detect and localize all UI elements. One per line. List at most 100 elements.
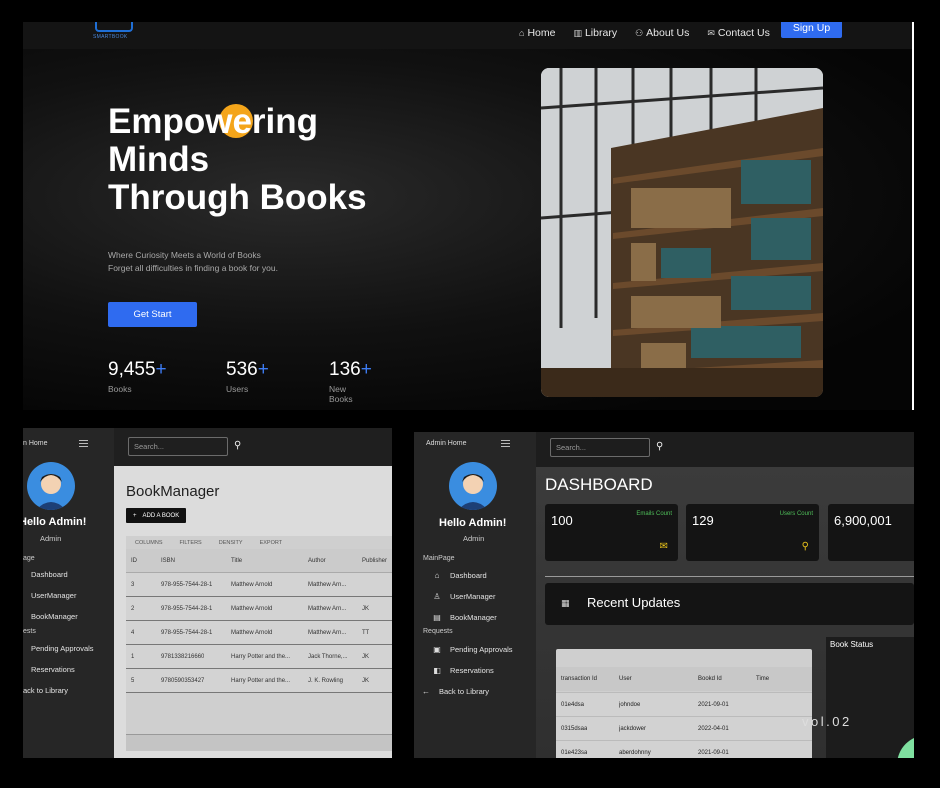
table-row[interactable]: 2 978-955-7544-28-1 Matthew Arnold Matth… <box>126 597 392 621</box>
table-row[interactable]: 0315dsaa jackdower 2022-04-01 <box>556 716 812 740</box>
headline-line-3: Through Books <box>108 178 367 217</box>
nav-contact-label: Contact Us <box>717 27 770 39</box>
export-button[interactable]: EXPORT <box>260 540 283 546</box>
search-input[interactable]: Search... <box>128 437 228 456</box>
nav-about-label: About Us <box>646 27 690 39</box>
column-header[interactable]: Publisher <box>362 549 387 572</box>
plus-icon: + <box>133 512 137 519</box>
column-header[interactable]: Time <box>756 667 769 691</box>
stat-users-label: Users <box>226 384 249 394</box>
sidebar-item-back-to-library[interactable]: ← Back to Library <box>421 686 489 696</box>
main-nav: ⌂ Home ▥ Library ⚇ About Us ✉ Contact Us <box>519 22 770 44</box>
section-mainpage: age <box>23 555 35 562</box>
cell-isbn: 978-955-7544-28-1 <box>161 629 213 636</box>
sidebar-item-usermanager[interactable]: ♙ UserManager <box>432 591 495 601</box>
books-table: COLUMNS FILTERS DENSITY EXPORT ID ISBN T… <box>126 536 392 751</box>
columns-button[interactable]: COLUMNS <box>135 540 163 546</box>
sidebar-item-label: Reservations <box>450 665 494 675</box>
sidebar-item-reservations[interactable]: Reservations <box>31 665 75 674</box>
sidebar: n Home Hello Admin! Admin age Dashboard … <box>23 428 114 758</box>
cell-transaction-id: 01e4dsa <box>561 701 585 708</box>
card-value: 129 <box>692 513 714 528</box>
add-book-label: ADD A BOOK <box>142 512 180 519</box>
logo-mark-icon <box>95 22 133 32</box>
role-label: Admin <box>40 534 62 543</box>
library-photo <box>541 68 823 397</box>
stat-new-books-value: 136 <box>329 359 361 380</box>
stat-books: 9,455+ Books <box>108 359 167 394</box>
sidebar-item-back-to-library[interactable]: ack to Library <box>23 686 68 695</box>
table-toolbar: COLUMNS FILTERS DENSITY EXPORT <box>126 536 392 549</box>
mail-icon: ✉ <box>707 27 715 38</box>
users-count-card: 129 Users Count ⚲ <box>686 504 819 561</box>
sidebar-item-usermanager[interactable]: UserManager <box>31 591 76 600</box>
stat-users: 536+ Users <box>226 359 269 394</box>
transactions-table: transaction Id User Bookd Id Time 01e4ds… <box>556 649 812 758</box>
sidebar-item-label: BookManager <box>31 612 78 621</box>
column-header[interactable]: ID <box>131 549 137 572</box>
cell-user: aberdohnny <box>619 749 651 756</box>
table-row[interactable]: 5 9780590353427 Harry Potter and the... … <box>126 669 392 693</box>
sign-up-button[interactable]: Sign Up <box>781 22 842 38</box>
table-row[interactable]: 4 978-955-7544-28-1 Matthew Arnold Matth… <box>126 621 392 645</box>
column-header[interactable]: Author <box>308 549 326 572</box>
people-icon: ⚇ <box>635 27 644 38</box>
nav-library[interactable]: ▥ Library <box>573 27 617 39</box>
headline-line-1: Empowering <box>108 102 319 141</box>
cell-transaction-id: 0315dsaa <box>561 725 588 732</box>
cell-title: Matthew Arnold <box>231 605 273 612</box>
nav-home[interactable]: ⌂ Home <box>519 27 555 39</box>
section-requests: Requests <box>423 628 453 635</box>
stat-plus: + <box>257 359 269 380</box>
table-row[interactable]: 3 978-955-7544-28-1 Matthew Arnold Matth… <box>126 573 392 597</box>
table-row[interactable]: 01e423sa aberdohnny 2021-09-01 <box>556 740 812 758</box>
panel-edge <box>912 22 914 410</box>
sidebar-item-label: Dashboard <box>450 570 487 580</box>
user-icon: ⚲ <box>801 541 809 552</box>
cell-author: Matthew Arn... <box>308 629 347 636</box>
sidebar-item-label: ack to Library <box>23 686 69 695</box>
cell-book-id: 2021-09-01 <box>698 701 729 708</box>
cell-user: jackdower <box>619 725 647 732</box>
bookmanager-screen: n Home Hello Admin! Admin age Dashboard … <box>23 428 392 758</box>
filters-button[interactable]: FILTERS <box>180 540 202 546</box>
search-icon[interactable]: ⚲ <box>656 441 663 452</box>
sidebar: Admin Home Hello Admin! Admin MainPage ⌂… <box>414 432 536 758</box>
third-count-card: 6,900,001 <box>828 504 914 561</box>
get-start-button[interactable]: Get Start <box>108 302 197 327</box>
sidebar-home-link[interactable]: n Home <box>23 440 48 447</box>
sidebar-item-dashboard[interactable]: ⌂ Dashboard <box>432 570 487 580</box>
subtitle-line-2: Forget all difficulties in finding a boo… <box>108 263 278 273</box>
density-button[interactable]: DENSITY <box>219 540 243 546</box>
table-header: ID ISBN Title Author Publisher <box>126 549 392 573</box>
library-icon: ▥ <box>573 27 582 38</box>
column-header[interactable]: Title <box>231 549 242 572</box>
table-row[interactable]: 01e4dsa johndoe 2021-09-01 <box>556 692 812 716</box>
sidebar-item-bookmanager[interactable]: BookManager <box>31 612 78 621</box>
home-icon: ⌂ <box>434 570 440 580</box>
building-icon: ▦ <box>561 598 570 608</box>
menu-toggle-icon[interactable] <box>501 440 510 447</box>
column-header[interactable]: transaction Id <box>561 667 597 691</box>
column-header[interactable]: ISBN <box>161 549 175 572</box>
cell-author: Matthew Arn... <box>308 605 347 612</box>
sidebar-item-dashboard[interactable]: Dashboard <box>31 570 68 579</box>
sidebar-item-pending-approvals[interactable]: Pending Approvals <box>31 644 94 653</box>
table-row[interactable]: 1 9781338216660 Harry Potter and the... … <box>126 645 392 669</box>
sidebar-item-pending-approvals[interactable]: ▣ Pending Approvals <box>432 644 512 654</box>
nav-contact-us[interactable]: ✉ Contact Us <box>707 27 769 39</box>
sidebar-home-link[interactable]: Admin Home <box>426 440 466 447</box>
sidebar-item-reservations[interactable]: ◧ Reservations <box>432 665 494 675</box>
menu-toggle-icon[interactable] <box>79 440 88 447</box>
nav-about-us[interactable]: ⚇ About Us <box>635 27 689 39</box>
column-header[interactable]: User <box>619 667 632 691</box>
main-content: BookManager + ADD A BOOK COLUMNS FILTERS … <box>114 466 392 758</box>
add-book-button[interactable]: + ADD A BOOK <box>126 508 187 523</box>
brand-logo[interactable]: SMARTBOOK <box>93 22 137 42</box>
cell-title: Matthew Arnold <box>231 581 273 588</box>
column-header[interactable]: Bookd Id <box>698 667 722 691</box>
search-icon[interactable]: ⚲ <box>234 440 241 451</box>
page-title: BookManager <box>126 483 220 500</box>
search-input[interactable]: Search... <box>550 438 650 457</box>
sidebar-item-bookmanager[interactable]: ▤ BookManager <box>432 612 496 622</box>
